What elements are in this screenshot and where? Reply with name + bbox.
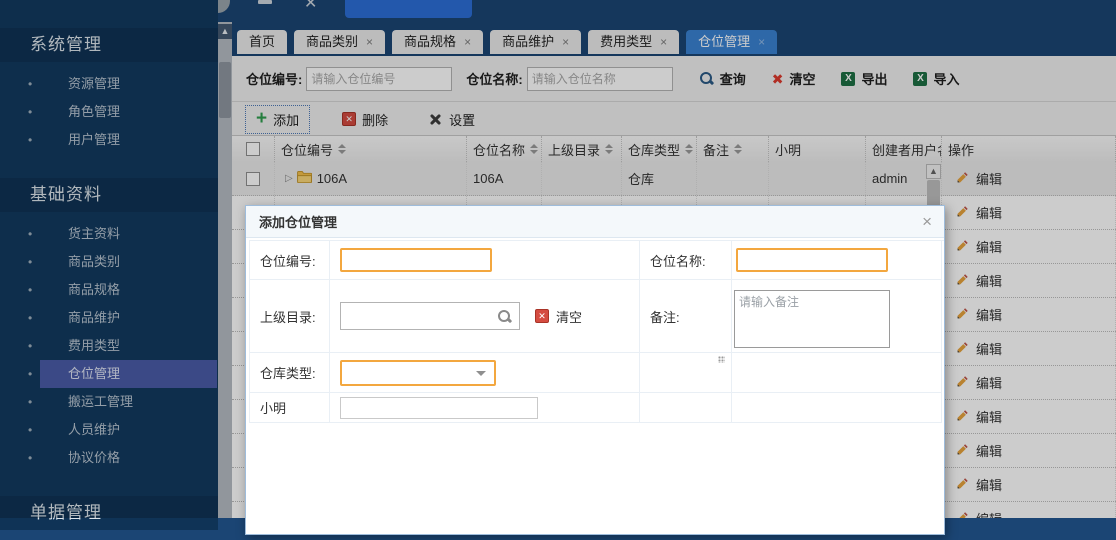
lookup-search-icon[interactable] (497, 309, 512, 324)
chevron-down-icon[interactable] (476, 371, 486, 376)
field-name-label: 仓位名称: (640, 241, 732, 280)
field-xiaoming-label: 小明 (250, 393, 330, 423)
dialog-close-icon[interactable]: × (922, 212, 932, 232)
dialog-title-bar[interactable]: 添加仓位管理 × (246, 206, 944, 238)
note-textarea[interactable] (734, 290, 890, 348)
field-code-input[interactable] (340, 248, 492, 272)
sidebar-section-items (0, 530, 218, 540)
field-code-label: 仓位编号: (250, 241, 330, 280)
textarea-resize-grip[interactable] (718, 356, 725, 363)
xiaoming-input[interactable] (340, 397, 538, 419)
add-bin-dialog: 添加仓位管理 × 仓位编号: 仓位名称: 上级目录: ✕ 清 (245, 205, 945, 535)
field-wtype-label: 仓库类型: (250, 353, 330, 393)
dialog-title: 添加仓位管理 (259, 212, 337, 231)
field-name-input[interactable] (736, 248, 888, 272)
clear-parent-icon: ✕ (535, 309, 549, 323)
clear-parent-button[interactable]: ✕ 清空 (535, 307, 582, 326)
parent-lookup-input[interactable] (340, 302, 520, 330)
field-parent-label: 上级目录: (250, 280, 330, 353)
app-window: ✕ 首页商品类别×商品规格×商品维护×费用类型×仓位管理× 系统管理•资源管理•… (0, 0, 1116, 518)
dialog-form: 仓位编号: 仓位名称: 上级目录: ✕ 清空 备注: (249, 240, 944, 423)
field-note-label: 备注: (640, 280, 732, 353)
clear-parent-label: 清空 (556, 307, 582, 326)
warehouse-type-combobox[interactable] (340, 360, 496, 386)
